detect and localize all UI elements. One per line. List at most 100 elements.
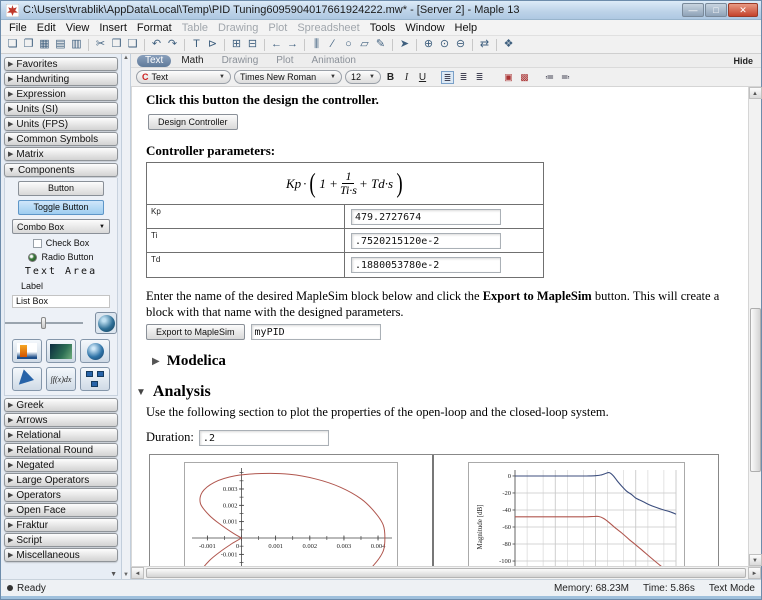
modelica-section-header[interactable]: ▶ Modelica [152, 353, 748, 370]
undo-icon[interactable]: ↶ [149, 37, 164, 52]
font-size-dropdown[interactable]: 12 ▼ [345, 70, 381, 84]
component-block-diagram[interactable] [80, 367, 110, 391]
component-pointer[interactable] [12, 367, 42, 391]
param-value-input[interactable]: 479.2727674 [351, 209, 501, 225]
cut-icon[interactable]: ✂ [93, 37, 108, 52]
print-icon[interactable]: ▤ [53, 37, 68, 52]
insert-text-icon[interactable]: T [189, 37, 204, 52]
bode-plot[interactable]: 0-20-40-60-80-100-1201. × 10⁰1. × 10¹1. … [468, 462, 685, 566]
palette-favorites[interactable]: ▶Favorites [4, 57, 118, 71]
menu-edit[interactable]: Edit [32, 21, 61, 35]
chevron-down-icon[interactable]: ▼ [136, 387, 146, 398]
palette-common-symbols[interactable]: ▶Common Symbols [4, 132, 118, 146]
component-toggle-button[interactable]: Toggle Button [18, 200, 104, 215]
slider-thumb[interactable] [41, 317, 46, 329]
palette-large-operators[interactable]: ▶Large Operators [4, 473, 118, 487]
component-dial[interactable] [95, 312, 117, 334]
palette-relational-round[interactable]: ▶Relational Round [4, 443, 118, 457]
palette-units-si-[interactable]: ▶Units (SI) [4, 102, 118, 116]
tab-text[interactable]: Text [137, 55, 171, 67]
dock-scroll-down-icon[interactable]: ▼ [110, 571, 117, 578]
scroll-down-icon[interactable]: ▼ [749, 554, 762, 566]
scroll-up-icon[interactable]: ▲ [123, 55, 129, 61]
zoom-default-icon[interactable]: ⊙ [437, 37, 452, 52]
scroll-up-icon[interactable]: ▲ [749, 87, 762, 99]
align-right-button[interactable]: ≣ [473, 71, 486, 84]
menu-format[interactable]: Format [132, 21, 177, 35]
close-button[interactable]: ✕ [728, 3, 758, 17]
export-to-maplesim-button[interactable]: Export to MapleSim [146, 324, 245, 340]
component-radio-button[interactable]: Radio Button [28, 252, 93, 262]
insert-spreadsheet-icon[interactable]: ⊟ [245, 37, 260, 52]
menu-view[interactable]: View [61, 21, 95, 35]
block-name-input[interactable]: myPID [251, 324, 381, 340]
align-center-button[interactable]: ≣ [457, 71, 470, 84]
menu-insert[interactable]: Insert [94, 21, 132, 35]
title-bar[interactable]: C:\Users\tvrablik\AppData\Local\Temp\PID… [1, 1, 761, 20]
component-slider[interactable] [5, 317, 83, 329]
worksheet[interactable]: Click this button the design the control… [131, 87, 748, 566]
scroll-down-icon[interactable]: ▼ [123, 572, 129, 578]
draw-line-icon[interactable]: ∕ [325, 37, 340, 52]
italic-button[interactable]: I [400, 72, 413, 83]
zoom-out-icon[interactable]: ⊖ [453, 37, 468, 52]
scroll-left-icon[interactable]: ◄ [131, 567, 144, 579]
hscroll-track[interactable] [144, 567, 748, 579]
zoom-in-icon[interactable]: ⊕ [421, 37, 436, 52]
paste-icon[interactable]: ❑ [125, 37, 140, 52]
tab-animation[interactable]: Animation [304, 55, 364, 66]
bold-button[interactable]: B [384, 72, 397, 83]
component-meter[interactable] [12, 339, 42, 363]
palette-handwriting[interactable]: ▶Handwriting [4, 72, 118, 86]
palette-relational[interactable]: ▶Relational [4, 428, 118, 442]
palette-dock-scrollbar[interactable]: ▲ ▼ [122, 54, 131, 579]
insert-math-icon[interactable]: ⊳ [205, 37, 220, 52]
duration-input[interactable]: .2 [199, 430, 329, 446]
component-text-area[interactable]: Text Area [25, 266, 97, 277]
draw-lines-icon[interactable]: ⫼ [309, 37, 324, 52]
vertical-scrollbar[interactable]: ▲ ▼ [748, 87, 761, 566]
palette-negated[interactable]: ▶Negated [4, 458, 118, 472]
param-value-input[interactable]: .7520215120e-2 [351, 233, 501, 249]
style-dropdown[interactable]: CText ▼ [136, 70, 231, 84]
design-controller-button[interactable]: Design Controller [148, 114, 238, 130]
palette-open-face[interactable]: ▶Open Face [4, 503, 118, 517]
menu-window[interactable]: Window [400, 21, 449, 35]
chevron-right-icon[interactable]: ▶ [152, 356, 160, 367]
print-preview-icon[interactable]: ▥ [69, 37, 84, 52]
palette-matrix[interactable]: ▶Matrix [4, 147, 118, 161]
menu-help[interactable]: Help [450, 21, 483, 35]
toggle-view-icon[interactable]: ⇄ [477, 37, 492, 52]
minimize-button[interactable]: — [682, 3, 704, 17]
param-value-input[interactable]: .1880053780e-2 [351, 257, 501, 273]
tab-math[interactable]: Math [173, 55, 211, 66]
palette-units-fps-[interactable]: ▶Units (FPS) [4, 117, 118, 131]
bullet-list-button[interactable]: ≕ [559, 71, 572, 84]
new-document-icon[interactable]: ❏ [5, 37, 20, 52]
tab-drawing[interactable]: Drawing [214, 55, 267, 66]
insert-image-icon[interactable]: ▣ [502, 71, 515, 84]
palette-fraktur[interactable]: ▶Fraktur [4, 518, 118, 532]
hscroll-thumb[interactable] [146, 568, 746, 578]
palette-miscellaneous[interactable]: ▶Miscellaneous [4, 548, 118, 562]
palette-arrows[interactable]: ▶Arrows [4, 413, 118, 427]
draw-shapes-icon[interactable]: ▱ [357, 37, 372, 52]
maximize-button[interactable]: □ [705, 3, 727, 17]
insert-table-icon[interactable]: ⊞ [229, 37, 244, 52]
component-list-box[interactable]: List Box [12, 295, 110, 308]
scroll-right-icon[interactable]: ► [748, 567, 761, 579]
palette-expression[interactable]: ▶Expression [4, 87, 118, 101]
font-dropdown[interactable]: Times New Roman ▼ [234, 70, 342, 84]
analysis-section-header[interactable]: ▼ Analysis [136, 383, 748, 401]
numbered-list-button[interactable]: ≔ [543, 71, 556, 84]
underline-button[interactable]: U [416, 72, 429, 83]
help-tab-icon[interactable]: ❖ [501, 37, 516, 52]
align-left-button[interactable]: ≣ [441, 71, 454, 84]
component-button[interactable]: Button [18, 181, 104, 196]
draw-oval-icon[interactable]: ○ [341, 37, 356, 52]
menu-file[interactable]: File [4, 21, 32, 35]
palette-greek[interactable]: ▶Greek [4, 398, 118, 412]
copy-icon[interactable]: ❒ [109, 37, 124, 52]
save-icon[interactable]: ▦ [37, 37, 52, 52]
component-combo-box[interactable]: Combo Box ▼ [12, 219, 110, 234]
